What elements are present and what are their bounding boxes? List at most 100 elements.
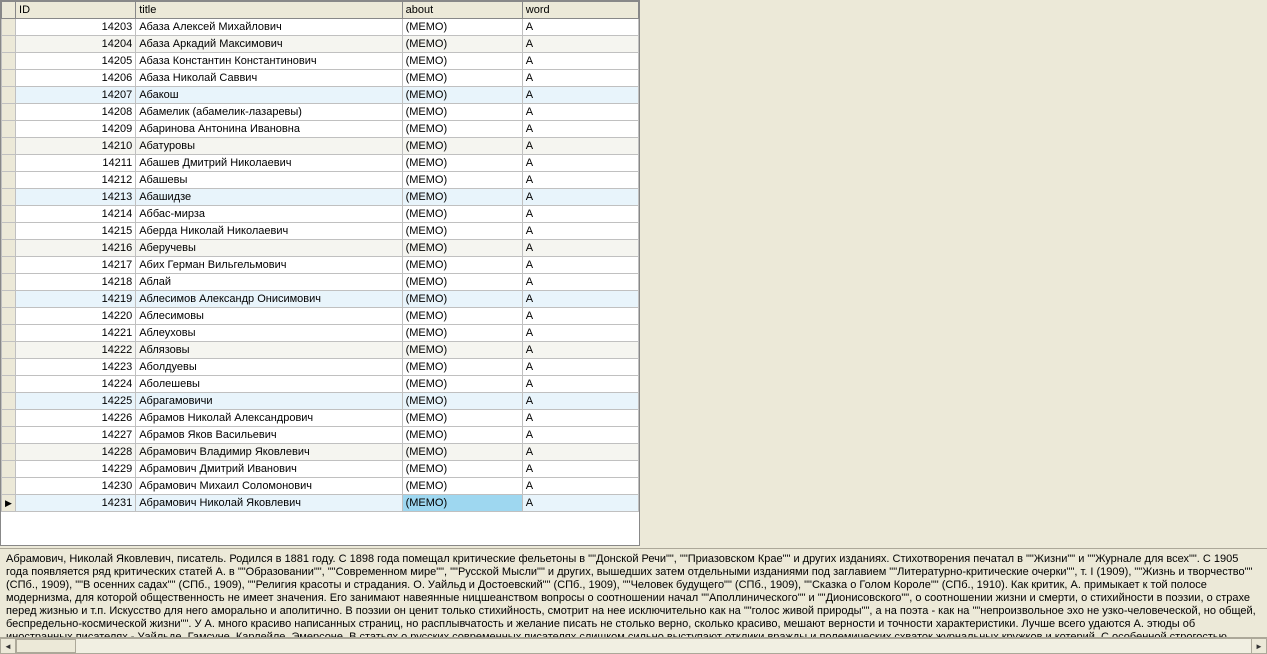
cell-title[interactable]: Аблеуховы — [136, 325, 402, 342]
table-row[interactable]: 14211Абашев Дмитрий Николаевич(MEMO)А — [2, 155, 639, 172]
row-indicator[interactable] — [2, 206, 16, 223]
cell-id[interactable]: 14211 — [16, 155, 136, 172]
cell-title[interactable]: Абрамович Михаил Соломонович — [136, 478, 402, 495]
cell-id[interactable]: 14219 — [16, 291, 136, 308]
cell-title[interactable]: Аберда Николай Николаевич — [136, 223, 402, 240]
cell-word[interactable]: А — [522, 172, 638, 189]
row-indicator[interactable] — [2, 444, 16, 461]
cell-title[interactable]: Абрагамовичи — [136, 393, 402, 410]
scroll-track[interactable] — [16, 638, 1251, 654]
cell-title[interactable]: Аблесимовы — [136, 308, 402, 325]
cell-id[interactable]: 14214 — [16, 206, 136, 223]
table-row[interactable]: 14216Аберучевы(MEMO)А — [2, 240, 639, 257]
cell-id[interactable]: 14227 — [16, 427, 136, 444]
cell-id[interactable]: 14207 — [16, 87, 136, 104]
cell-about[interactable]: (MEMO) — [402, 342, 522, 359]
cell-about[interactable]: (MEMO) — [402, 308, 522, 325]
cell-id[interactable]: 14222 — [16, 342, 136, 359]
row-indicator[interactable] — [2, 155, 16, 172]
cell-title[interactable]: Аблай — [136, 274, 402, 291]
table-row[interactable]: 14213Абашидзе(MEMO)А — [2, 189, 639, 206]
cell-title[interactable]: Абаза Алексей Михайлович — [136, 19, 402, 36]
cell-about[interactable]: (MEMO) — [402, 240, 522, 257]
row-indicator-header[interactable] — [2, 2, 16, 19]
scroll-right-button[interactable]: ► — [1251, 638, 1267, 654]
cell-about[interactable]: (MEMO) — [402, 19, 522, 36]
table-row[interactable]: 14203Абаза Алексей Михайлович(MEMO)А — [2, 19, 639, 36]
cell-title[interactable]: Аберучевы — [136, 240, 402, 257]
cell-title[interactable]: Абашевы — [136, 172, 402, 189]
cell-id[interactable]: 14228 — [16, 444, 136, 461]
table-row[interactable]: 14225Абрагамовичи(MEMO)А — [2, 393, 639, 410]
cell-id[interactable]: 14203 — [16, 19, 136, 36]
cell-title[interactable]: Абамелик (абамелик-лазаревы) — [136, 104, 402, 121]
detail-memo-text[interactable]: Абрамович, Николай Яковлевич, писатель. … — [0, 549, 1267, 641]
cell-word[interactable]: А — [522, 223, 638, 240]
cell-about[interactable]: (MEMO) — [402, 461, 522, 478]
cell-word[interactable]: А — [522, 189, 638, 206]
table-row[interactable]: 14227Абрамов Яков Васильевич(MEMO)А — [2, 427, 639, 444]
cell-id[interactable]: 14210 — [16, 138, 136, 155]
col-header-title[interactable]: title — [136, 2, 402, 19]
cell-id[interactable]: 14208 — [16, 104, 136, 121]
cell-about[interactable]: (MEMO) — [402, 291, 522, 308]
cell-id[interactable]: 14229 — [16, 461, 136, 478]
table-row[interactable]: 14204Абаза Аркадий Максимович(MEMO)А — [2, 36, 639, 53]
row-indicator[interactable] — [2, 138, 16, 155]
cell-title[interactable]: Аблесимов Александр Онисимович — [136, 291, 402, 308]
cell-id[interactable]: 14220 — [16, 308, 136, 325]
table-row[interactable]: 14208Абамелик (абамелик-лазаревы)(MEMO)А — [2, 104, 639, 121]
cell-id[interactable]: 14230 — [16, 478, 136, 495]
cell-word[interactable]: А — [522, 87, 638, 104]
table-row[interactable]: 14214Аббас-мирза(MEMO)А — [2, 206, 639, 223]
cell-word[interactable]: А — [522, 291, 638, 308]
row-indicator[interactable] — [2, 104, 16, 121]
cell-word[interactable]: А — [522, 376, 638, 393]
cell-title[interactable]: Аббас-мирза — [136, 206, 402, 223]
row-indicator[interactable] — [2, 427, 16, 444]
table-row[interactable]: 14206Абаза Николай Саввич(MEMO)А — [2, 70, 639, 87]
row-indicator[interactable] — [2, 223, 16, 240]
cell-word[interactable]: А — [522, 240, 638, 257]
row-indicator[interactable] — [2, 478, 16, 495]
cell-id[interactable]: 14204 — [16, 36, 136, 53]
row-indicator[interactable] — [2, 393, 16, 410]
cell-about[interactable]: (MEMO) — [402, 189, 522, 206]
cell-word[interactable]: А — [522, 478, 638, 495]
table-row[interactable]: 14223Аболдуевы(MEMO)А — [2, 359, 639, 376]
cell-id[interactable]: 14223 — [16, 359, 136, 376]
cell-word[interactable]: А — [522, 36, 638, 53]
table-row[interactable]: 14224Аболешевы(MEMO)А — [2, 376, 639, 393]
row-indicator[interactable] — [2, 53, 16, 70]
row-indicator[interactable] — [2, 87, 16, 104]
cell-word[interactable]: А — [522, 53, 638, 70]
cell-word[interactable]: А — [522, 308, 638, 325]
row-indicator[interactable] — [2, 342, 16, 359]
data-grid[interactable]: ID title about word 14203Абаза Алексей М… — [0, 0, 640, 546]
cell-about[interactable]: (MEMO) — [402, 138, 522, 155]
cell-word[interactable]: А — [522, 155, 638, 172]
cell-id[interactable]: 14213 — [16, 189, 136, 206]
cell-word[interactable]: А — [522, 461, 638, 478]
row-indicator[interactable] — [2, 359, 16, 376]
cell-word[interactable]: А — [522, 206, 638, 223]
table-row[interactable]: 14218Аблай(MEMO)А — [2, 274, 639, 291]
cell-id[interactable]: 14212 — [16, 172, 136, 189]
cell-about[interactable]: (MEMO) — [402, 274, 522, 291]
row-indicator[interactable]: ▶ — [2, 495, 16, 512]
table-row[interactable]: 14222Аблязовы(MEMO)А — [2, 342, 639, 359]
table-row[interactable]: 14229Абрамович Дмитрий Иванович(MEMO)А — [2, 461, 639, 478]
row-indicator[interactable] — [2, 240, 16, 257]
cell-title[interactable]: Абрамов Николай Александрович — [136, 410, 402, 427]
cell-title[interactable]: Абатуровы — [136, 138, 402, 155]
cell-about[interactable]: (MEMO) — [402, 410, 522, 427]
cell-title[interactable]: Абрамович Николай Яковлевич — [136, 495, 402, 512]
cell-about[interactable]: (MEMO) — [402, 257, 522, 274]
cell-title[interactable]: Абрамов Яков Васильевич — [136, 427, 402, 444]
cell-word[interactable]: А — [522, 342, 638, 359]
row-indicator[interactable] — [2, 461, 16, 478]
cell-title[interactable]: Абашидзе — [136, 189, 402, 206]
cell-id[interactable]: 14216 — [16, 240, 136, 257]
table-row[interactable]: 14207Абакош(MEMO)А — [2, 87, 639, 104]
cell-id[interactable]: 14205 — [16, 53, 136, 70]
